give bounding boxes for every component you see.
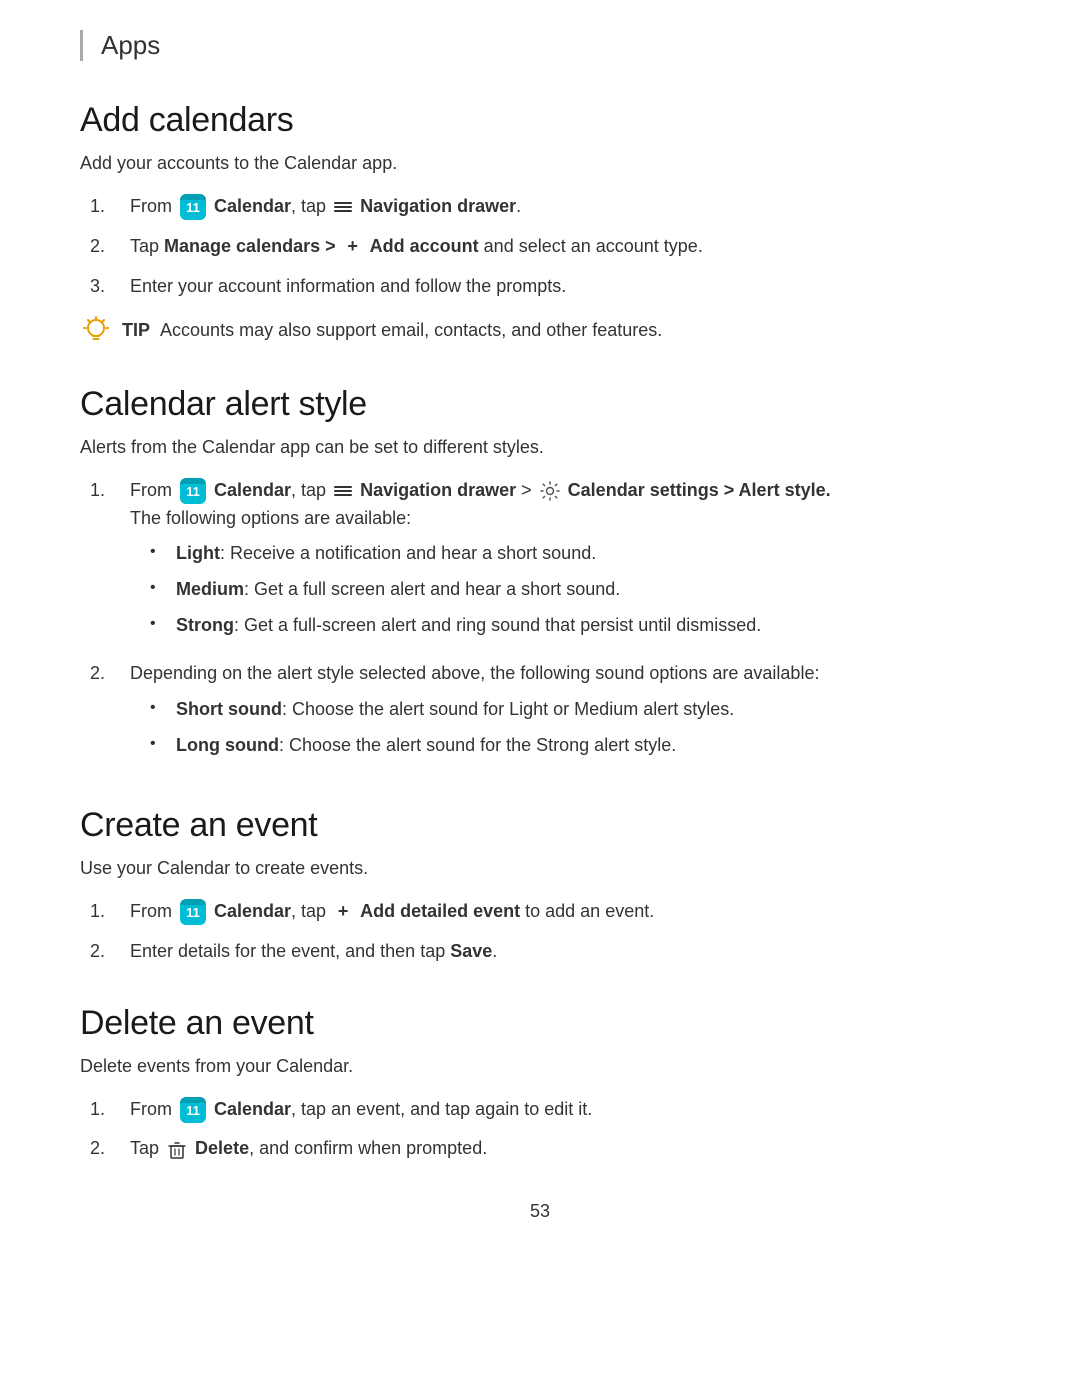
step-2-content: Tap Manage calendars > + Add account and… <box>130 233 1000 261</box>
list-item: From 11 Calendar, tap an event, and tap … <box>90 1096 1000 1124</box>
menu-icon-1 <box>334 200 352 214</box>
calendar-icon-1: 11 <box>180 194 206 220</box>
section-title-add-calendars: Add calendars <box>80 101 1000 140</box>
section-calendar-alert-style: Calendar alert style Alerts from the Cal… <box>80 385 1000 768</box>
tip-lightbulb-icon <box>80 315 112 347</box>
step-3-content: Enter your account information and follo… <box>130 273 1000 301</box>
page-title: Apps <box>101 30 160 61</box>
add-calendars-list: From 11 Calendar, tap Navigation drawer.… <box>80 193 1000 301</box>
light-option: Light: Receive a notification and hear a… <box>176 540 596 568</box>
plus-icon-2: + <box>333 902 353 922</box>
long-sound-option: Long sound: Choose the alert sound for t… <box>176 732 676 760</box>
list-item: Short sound: Choose the alert sound for … <box>150 696 1000 724</box>
section-title-delete-event: Delete an event <box>80 1004 1000 1043</box>
medium-option: Medium: Get a full screen alert and hear… <box>176 576 620 604</box>
create-step-2-content: Enter details for the event, and then ta… <box>130 938 1000 966</box>
page-number: 53 <box>80 1201 1000 1242</box>
list-item: Medium: Get a full screen alert and hear… <box>150 576 1000 604</box>
menu-icon-2 <box>334 484 352 498</box>
calendar-icon-2: 11 <box>180 478 206 504</box>
section-title-create-event: Create an event <box>80 806 1000 845</box>
short-sound-option: Short sound: Choose the alert sound for … <box>176 696 734 724</box>
trash-delete-icon <box>166 1139 188 1161</box>
section-desc-delete-event: Delete events from your Calendar. <box>80 1053 1000 1080</box>
delete-step-2-content: Tap Delete, and confirm when prompted. <box>130 1135 1000 1163</box>
calendar-icon-4: 11 <box>180 1097 206 1123</box>
calendar-label-4: Calendar <box>214 1099 291 1119</box>
create-event-list: From 11 Calendar, tap + Add detailed eve… <box>80 898 1000 966</box>
nav-drawer-label-1: Navigation drawer <box>360 196 516 216</box>
plus-icon-1: + <box>343 237 363 257</box>
nav-drawer-label-2: Navigation drawer <box>360 480 516 500</box>
sound-options-list: Short sound: Choose the alert sound for … <box>130 696 1000 760</box>
gear-settings-icon <box>539 480 561 502</box>
section-desc-add-calendars: Add your accounts to the Calendar app. <box>80 150 1000 177</box>
section-desc-alert-style: Alerts from the Calendar app can be set … <box>80 434 1000 461</box>
create-step-1-content: From 11 Calendar, tap + Add detailed eve… <box>130 898 1000 926</box>
strong-option: Strong: Get a full-screen alert and ring… <box>176 612 761 640</box>
alert-step-1-content: From 11 Calendar, tap Navigation drawer … <box>130 477 1000 648</box>
section-delete-event: Delete an event Delete events from your … <box>80 1004 1000 1164</box>
list-item: From 11 Calendar, tap + Add detailed eve… <box>90 898 1000 926</box>
delete-step-1-content: From 11 Calendar, tap an event, and tap … <box>130 1096 1000 1124</box>
calendar-label-3: Calendar <box>214 901 291 921</box>
calendar-settings-label: Calendar settings > Alert style. <box>568 480 831 500</box>
add-detailed-event-label: Add detailed event <box>360 901 520 921</box>
tip-label: TIP <box>122 320 150 340</box>
delete-event-list: From 11 Calendar, tap an event, and tap … <box>80 1096 1000 1164</box>
list-item: Strong: Get a full-screen alert and ring… <box>150 612 1000 640</box>
alert-style-list: From 11 Calendar, tap Navigation drawer … <box>80 477 1000 768</box>
list-item: Long sound: Choose the alert sound for t… <box>150 732 1000 760</box>
calendar-icon-3: 11 <box>180 899 206 925</box>
section-add-calendars: Add calendars Add your accounts to the C… <box>80 101 1000 347</box>
tip-text: TIP Accounts may also support email, con… <box>122 317 662 344</box>
calendar-label-1: Calendar <box>214 196 291 216</box>
step-1-content: From 11 Calendar, tap Navigation drawer. <box>130 193 1000 221</box>
save-label: Save <box>450 941 492 961</box>
section-title-alert-style: Calendar alert style <box>80 385 1000 424</box>
tip-box: TIP Accounts may also support email, con… <box>80 317 1000 347</box>
list-item: Light: Receive a notification and hear a… <box>150 540 1000 568</box>
alert-options-list: Light: Receive a notification and hear a… <box>130 540 1000 640</box>
page-container: Apps Add calendars Add your accounts to … <box>0 0 1080 1302</box>
section-desc-create-event: Use your Calendar to create events. <box>80 855 1000 882</box>
tip-content: Accounts may also support email, contact… <box>160 320 662 340</box>
list-item: From 11 Calendar, tap Navigation drawer. <box>90 193 1000 221</box>
add-account-label: Add account <box>370 236 479 256</box>
list-item: From 11 Calendar, tap Navigation drawer … <box>90 477 1000 648</box>
list-item: Enter your account information and follo… <box>90 273 1000 301</box>
list-item: Tap Manage calendars > + Add account and… <box>90 233 1000 261</box>
section-create-event: Create an event Use your Calendar to cre… <box>80 806 1000 966</box>
list-item: Depending on the alert style selected ab… <box>90 660 1000 768</box>
list-item: Tap Delete, and confirm when prompted. <box>90 1135 1000 1163</box>
manage-calendars-label: Manage calendars > <box>164 236 336 256</box>
page-header: Apps <box>80 30 1000 61</box>
calendar-label-2: Calendar <box>214 480 291 500</box>
list-item: Enter details for the event, and then ta… <box>90 938 1000 966</box>
delete-label: Delete <box>195 1138 249 1158</box>
alert-step-2-content: Depending on the alert style selected ab… <box>130 660 1000 768</box>
